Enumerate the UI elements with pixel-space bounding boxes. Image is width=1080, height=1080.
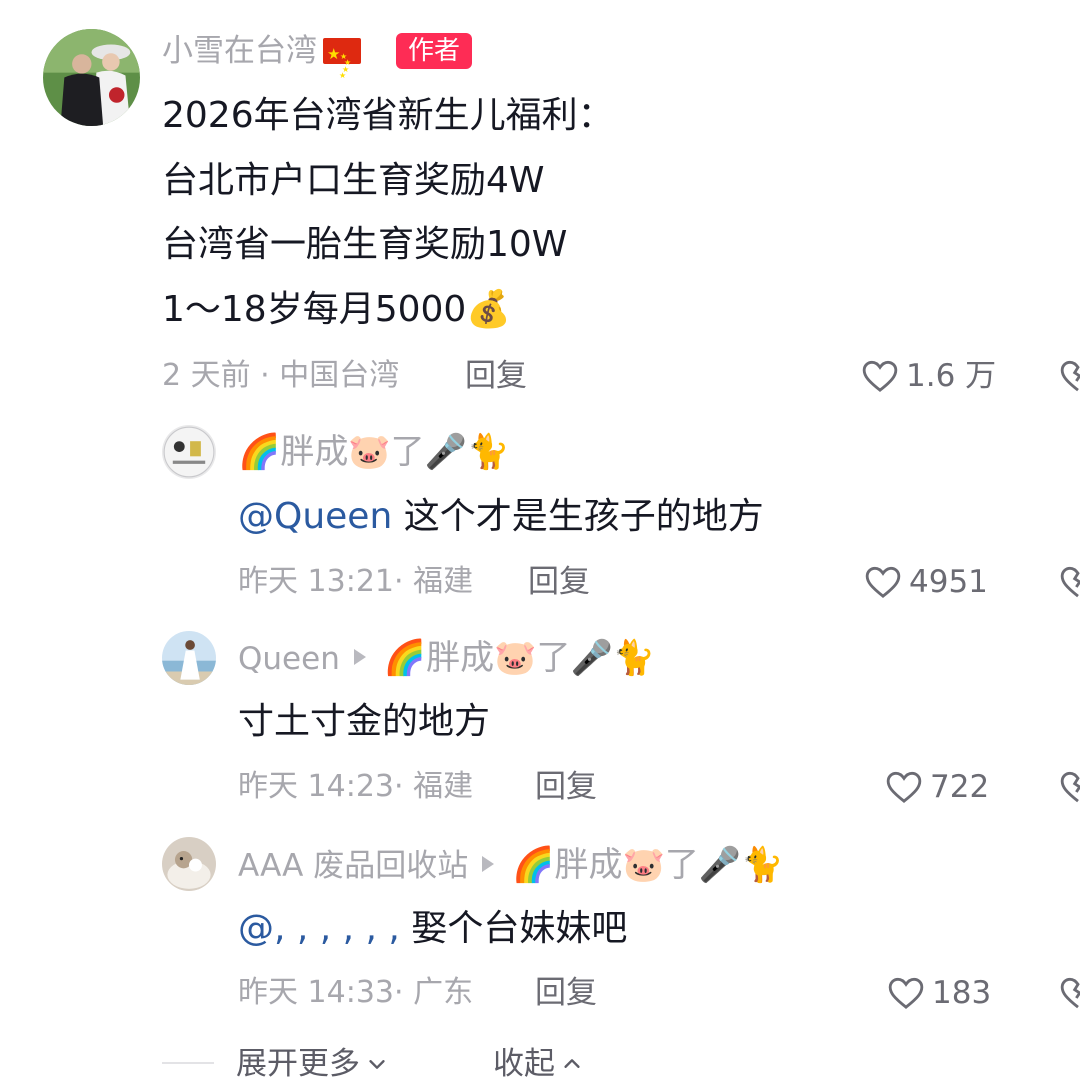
- mention-link[interactable]: @Queen: [238, 496, 392, 537]
- like-button[interactable]: 722: [884, 767, 989, 807]
- collapse-label: 收起: [493, 1046, 555, 1080]
- heart-icon: [862, 360, 898, 392]
- reply-text: 寸土寸金的地方: [238, 698, 490, 746]
- reply-button[interactable]: 回复: [528, 562, 590, 602]
- heart-icon: [865, 566, 901, 598]
- chevron-down-icon: [369, 1060, 385, 1069]
- expand-more-button[interactable]: 展开更多: [236, 1044, 388, 1080]
- like-count: 183: [932, 975, 992, 1011]
- reply-meta: 昨天 14:23· 福建: [238, 769, 474, 804]
- reply-body: 娶个台妹妹吧: [399, 908, 628, 949]
- expand-more-label: 展开更多: [236, 1046, 360, 1080]
- dislike-icon[interactable]: [1058, 356, 1080, 396]
- reply-button[interactable]: 回复: [535, 973, 597, 1013]
- author-name-text: 小雪在台湾: [162, 33, 317, 69]
- reply-author-name: Queen: [238, 641, 340, 677]
- author-badge: 作者: [396, 33, 473, 69]
- dislike-icon[interactable]: [1058, 973, 1080, 1013]
- comment-line-3: 台湾省一胎生育奖励10W: [162, 224, 568, 265]
- like-count: 4951: [909, 564, 988, 600]
- reply-body: 寸土寸金的地方: [238, 701, 491, 742]
- like-count: 1.6 万: [906, 358, 997, 394]
- heart-icon: [886, 771, 922, 803]
- mention-link[interactable]: @, , , , , ,: [238, 908, 400, 949]
- like-button[interactable]: 4951: [863, 562, 988, 602]
- reply-target-name[interactable]: 🌈胖成🐷了🎤🐈: [384, 638, 655, 678]
- comment-thread: 小雪在台湾 作者 2026年台湾省新生儿福利： 台北市户口生育奖励4W 台湾省一…: [0, 0, 1080, 1080]
- dislike-icon[interactable]: [1058, 767, 1080, 807]
- reply-text: @Queen 这个才是生孩子的地方: [238, 493, 764, 541]
- reply-author-name: 🌈胖成🐷了🎤🐈: [238, 432, 510, 472]
- like-button[interactable]: 1.6 万: [860, 356, 996, 396]
- reply-text: @, , , , , , 娶个台妹妹吧: [238, 905, 627, 953]
- reply-arrow-icon: [482, 856, 495, 872]
- reply-target-name[interactable]: 🌈胖成🐷了🎤🐈: [512, 845, 783, 885]
- reply-button[interactable]: 回复: [465, 356, 527, 396]
- comment-line-1: 2026年台湾省新生儿福利：: [162, 95, 614, 136]
- reply-body: 这个才是生孩子的地方: [392, 496, 764, 537]
- heart-icon: [888, 977, 924, 1009]
- author-avatar[interactable]: [43, 29, 140, 126]
- reply-author[interactable]: AAA 废品回收站 🌈胖成🐷了🎤🐈: [238, 845, 784, 886]
- china-flag-icon: [323, 34, 361, 77]
- comment-line-4: 1～18岁每月5000💰: [162, 289, 512, 330]
- reply-avatar[interactable]: [162, 837, 216, 891]
- reply-meta: 昨天 14:33· 广东: [238, 975, 474, 1010]
- reply-avatar[interactable]: [162, 631, 216, 685]
- comment-meta: 2 天前 · 中国台湾: [162, 358, 400, 393]
- collapse-button[interactable]: 收起: [493, 1044, 583, 1080]
- author-name[interactable]: 小雪在台湾: [162, 31, 361, 77]
- divider: [162, 1062, 214, 1064]
- reply-meta: 昨天 13:21· 福建: [238, 564, 474, 599]
- reply-author-name: AAA 废品回收站: [238, 848, 469, 884]
- dislike-icon[interactable]: [1058, 562, 1080, 602]
- chevron-up-icon: [564, 1059, 580, 1068]
- comment-line-2: 台北市户口生育奖励4W: [162, 160, 545, 201]
- like-button[interactable]: 183: [886, 973, 991, 1013]
- reply-avatar[interactable]: [162, 425, 216, 479]
- like-count: 722: [930, 769, 990, 805]
- reply-author[interactable]: 🌈胖成🐷了🎤🐈: [238, 432, 509, 473]
- reply-button[interactable]: 回复: [535, 767, 597, 807]
- reply-author[interactable]: Queen 🌈胖成🐷了🎤🐈: [238, 638, 655, 679]
- reply-arrow-icon: [353, 649, 366, 665]
